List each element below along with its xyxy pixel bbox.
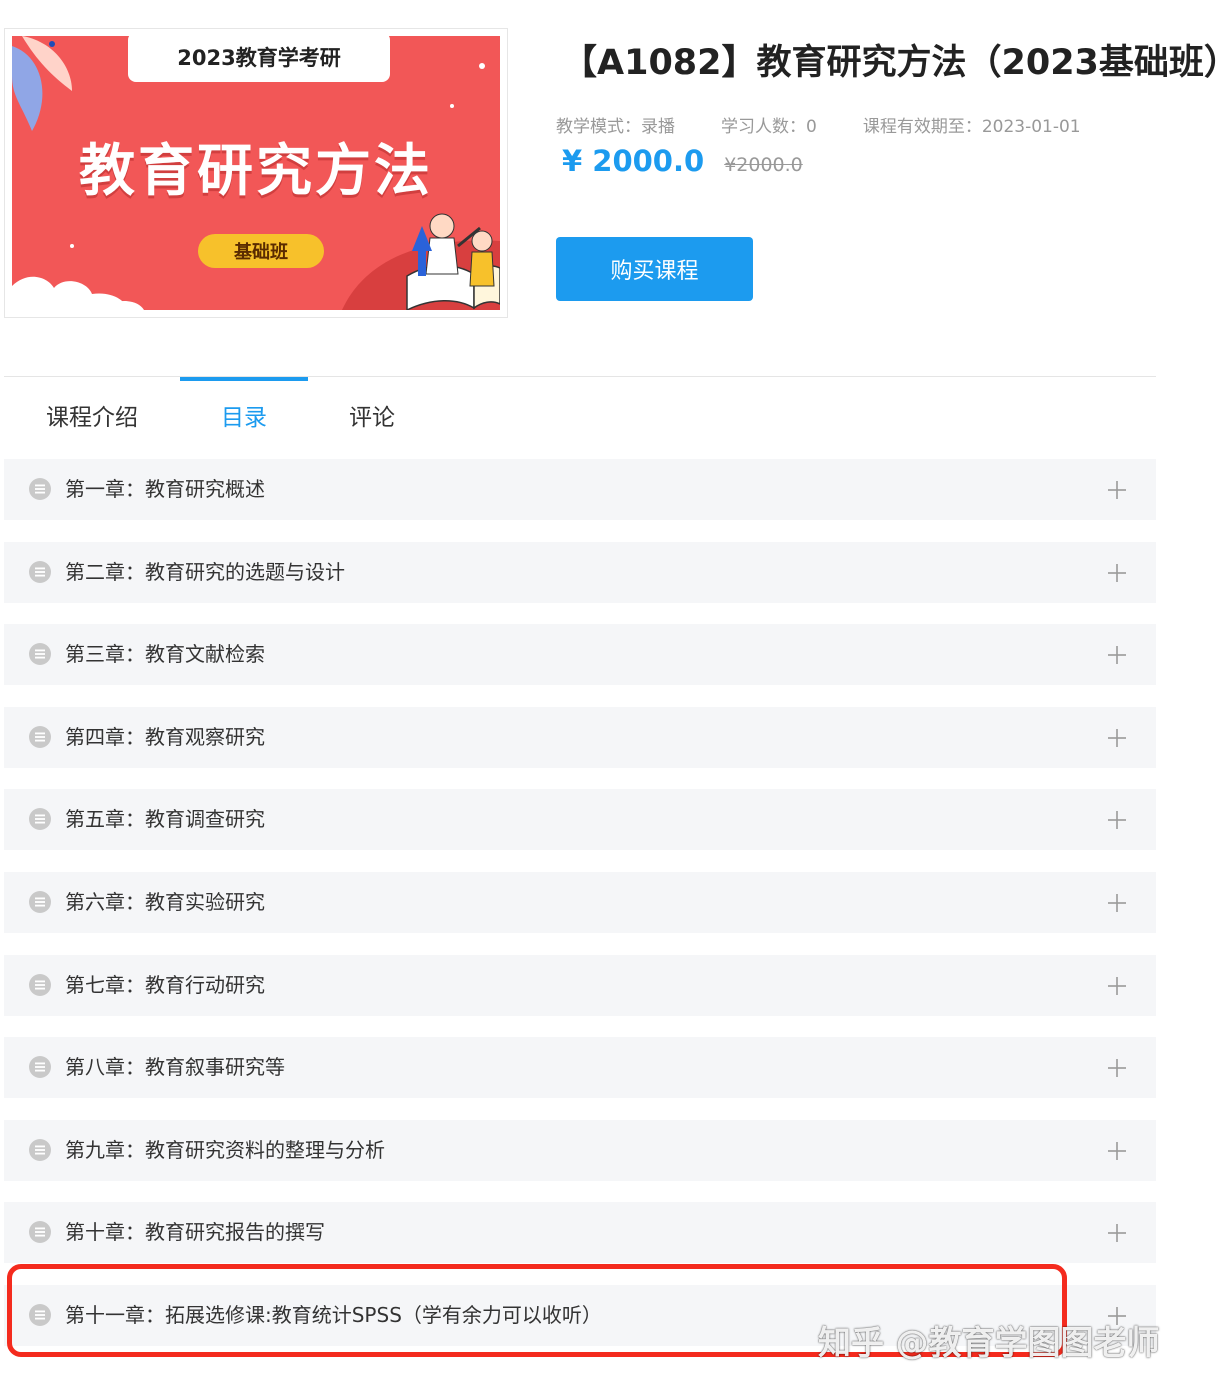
chapter-label: 第三章：教育文献检索 bbox=[65, 642, 265, 666]
watermark: 知乎 @教育学图图老师 bbox=[818, 1323, 1160, 1362]
plus-icon[interactable] bbox=[1107, 563, 1127, 583]
list-circle-icon bbox=[29, 726, 51, 748]
list-circle-icon bbox=[29, 808, 51, 830]
list-circle-icon bbox=[29, 1304, 51, 1326]
chapter-row[interactable]: 第二章：教育研究的选题与设计 bbox=[4, 542, 1156, 603]
list-circle-icon bbox=[29, 1139, 51, 1161]
chapter-row[interactable]: 第六章：教育实验研究 bbox=[4, 872, 1156, 933]
chapter-row[interactable]: 第一章：教育研究概述 bbox=[4, 459, 1156, 520]
course-title: 【A1082】教育研究方法（2023基础班） bbox=[562, 43, 1218, 83]
course-expiry: 课程有效期至：2023-01-01 bbox=[862, 117, 1081, 137]
chapter-label: 第十一章：拓展选修课:教育统计SPSS（学有余力可以收听） bbox=[65, 1303, 602, 1327]
tab-course-intro[interactable]: 课程介绍 bbox=[4, 380, 180, 450]
cover-title: 教育研究方法 bbox=[79, 139, 433, 204]
chapter-label: 第九章：教育研究资料的整理与分析 bbox=[65, 1138, 385, 1162]
teaching-mode: 教学模式：录播 bbox=[556, 117, 675, 137]
list-circle-icon bbox=[29, 561, 51, 583]
course-meta: 教学模式：录播 学习人数：0 课程有效期至：2023-01-01 bbox=[556, 112, 1127, 137]
plus-icon[interactable] bbox=[1107, 1058, 1127, 1078]
original-price: ¥2000.0 bbox=[724, 154, 803, 176]
cover-badge: 基础班 bbox=[198, 234, 324, 268]
buy-course-button[interactable]: 购买课程 bbox=[556, 237, 753, 301]
plus-icon[interactable] bbox=[1107, 1223, 1127, 1243]
current-price: ¥ 2000.0 bbox=[562, 144, 705, 178]
list-circle-icon bbox=[29, 643, 51, 665]
tab-comments[interactable]: 评论 bbox=[308, 380, 436, 450]
plus-icon[interactable] bbox=[1107, 480, 1127, 500]
student-count: 学习人数：0 bbox=[721, 117, 817, 137]
list-circle-icon bbox=[29, 1056, 51, 1078]
plus-icon[interactable] bbox=[1107, 976, 1127, 996]
chapter-label: 第七章：教育行动研究 bbox=[65, 973, 265, 997]
chapter-row[interactable]: 第十章：教育研究报告的撰写 bbox=[4, 1202, 1156, 1263]
plus-icon[interactable] bbox=[1107, 645, 1127, 665]
chapter-label: 第十章：教育研究报告的撰写 bbox=[65, 1220, 325, 1244]
tab-catalog[interactable]: 目录 bbox=[180, 380, 308, 450]
chapter-label: 第六章：教育实验研究 bbox=[65, 890, 265, 914]
chapter-row[interactable]: 第五章：教育调查研究 bbox=[4, 789, 1156, 850]
plus-icon[interactable] bbox=[1107, 810, 1127, 830]
chapter-label: 第一章：教育研究概述 bbox=[65, 477, 265, 501]
list-circle-icon bbox=[29, 478, 51, 500]
chapter-row[interactable]: 第八章：教育叙事研究等 bbox=[4, 1037, 1156, 1098]
chapter-row[interactable]: 第七章：教育行动研究 bbox=[4, 955, 1156, 1016]
list-circle-icon bbox=[29, 974, 51, 996]
plus-icon[interactable] bbox=[1107, 1141, 1127, 1161]
chapter-label: 第八章：教育叙事研究等 bbox=[65, 1055, 285, 1079]
chapter-row[interactable]: 第三章：教育文献检索 bbox=[4, 624, 1156, 685]
chapter-row[interactable]: 第四章：教育观察研究 bbox=[4, 707, 1156, 768]
price-row: ¥ 2000.0 ¥2000.0 bbox=[562, 144, 803, 178]
cover-top-label: 2023教育学考研 bbox=[128, 36, 390, 82]
tabs-divider bbox=[4, 376, 1156, 377]
chapter-row[interactable]: 第九章：教育研究资料的整理与分析 bbox=[4, 1120, 1156, 1181]
chapter-label: 第二章：教育研究的选题与设计 bbox=[65, 560, 345, 584]
chapter-label: 第四章：教育观察研究 bbox=[65, 725, 265, 749]
chapter-label: 第五章：教育调查研究 bbox=[65, 807, 265, 831]
course-cover-image: 2023教育学考研 教育研究方法 基础班 bbox=[12, 36, 500, 310]
course-cover-frame: 2023教育学考研 教育研究方法 基础班 bbox=[4, 28, 508, 318]
plus-icon[interactable] bbox=[1107, 728, 1127, 748]
list-circle-icon bbox=[29, 1221, 51, 1243]
plus-icon[interactable] bbox=[1107, 893, 1127, 913]
list-circle-icon bbox=[29, 891, 51, 913]
